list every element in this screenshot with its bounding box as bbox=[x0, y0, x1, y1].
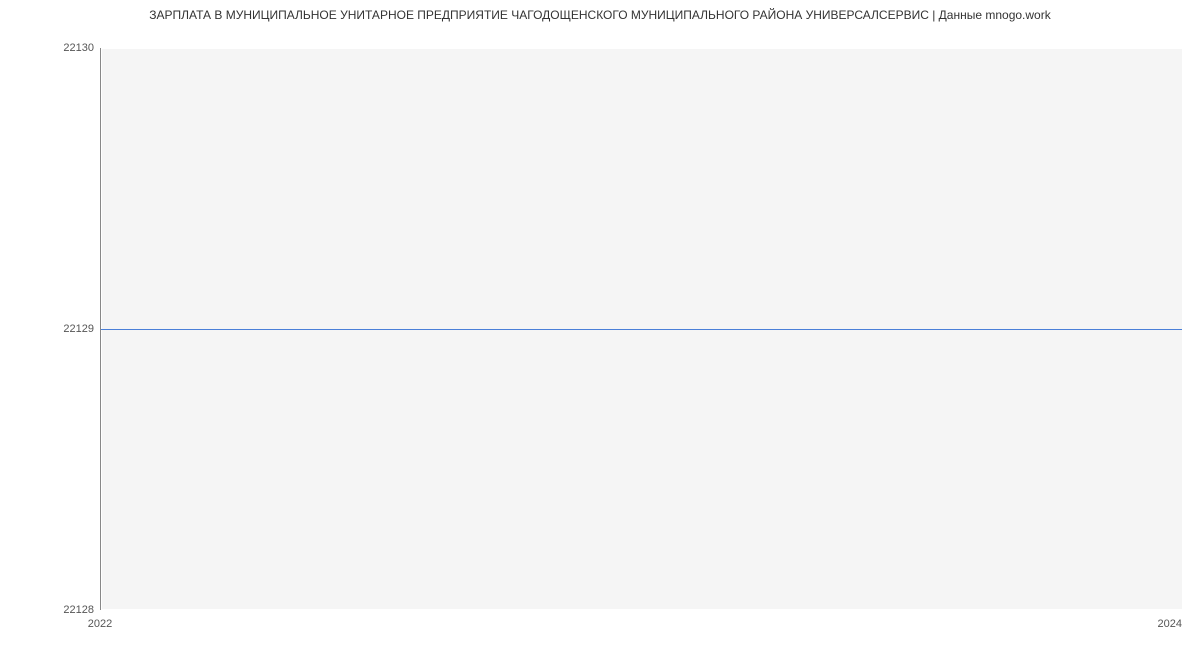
y-tick-label: 22129 bbox=[63, 323, 94, 335]
x-tick-label: 2022 bbox=[88, 618, 112, 630]
x-tick-label: 2024 bbox=[1158, 618, 1182, 630]
gridline-vertical bbox=[1182, 48, 1183, 609]
plot-area bbox=[100, 48, 1182, 610]
gridline-horizontal bbox=[101, 48, 1182, 49]
y-tick-label: 22130 bbox=[63, 42, 94, 54]
data-line bbox=[101, 329, 1182, 331]
y-tick-label: 22128 bbox=[63, 604, 94, 616]
chart-container: ЗАРПЛАТА В МУНИЦИПАЛЬНОЕ УНИТАРНОЕ ПРЕДП… bbox=[0, 0, 1200, 650]
chart-title: ЗАРПЛАТА В МУНИЦИПАЛЬНОЕ УНИТАРНОЕ ПРЕДП… bbox=[0, 8, 1200, 22]
gridline-horizontal bbox=[101, 609, 1182, 610]
